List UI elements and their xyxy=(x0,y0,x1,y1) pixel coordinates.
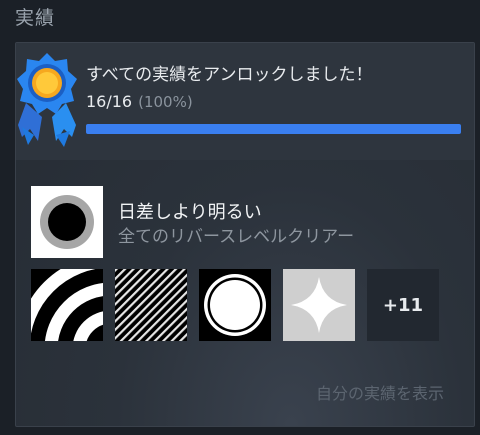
progress-count: 16/16 (100%) xyxy=(86,92,193,111)
progress-percent: (100%) xyxy=(138,93,193,111)
more-achievements-button[interactable]: +11 xyxy=(367,269,439,341)
progress-count-text: 16/16 xyxy=(86,92,133,111)
view-my-achievements-link[interactable]: 自分の実績を表示 xyxy=(316,380,444,404)
achievement-tile[interactable] xyxy=(31,269,103,341)
featured-achievement-name: 日差しより明るい xyxy=(118,202,262,223)
summary-title: すべての実績をアンロックしました！ xyxy=(86,65,373,85)
featured-achievement-description: 全てのリバースレベルクリアー xyxy=(118,227,355,247)
black-circle-ring-icon xyxy=(31,186,103,258)
curved-stripes-icon xyxy=(31,269,103,341)
white-circle-icon xyxy=(199,269,271,341)
progress-bar xyxy=(86,124,461,134)
featured-achievement-icon[interactable] xyxy=(31,186,103,258)
section-title: 実績 xyxy=(15,7,56,29)
progress-bar-fill xyxy=(86,124,461,134)
achievements-panel: すべての実績をアンロックしました！ 16/16 (100%) 日差しより明るい 全… xyxy=(15,42,475,427)
achievement-tile[interactable] xyxy=(199,269,271,341)
achievement-tile[interactable] xyxy=(115,269,187,341)
achievement-summary: すべての実績をアンロックしました！ 16/16 (100%) xyxy=(16,43,474,160)
diagonal-lines-icon xyxy=(115,269,187,341)
achievement-tile[interactable] xyxy=(283,269,355,341)
medal-icon xyxy=(17,53,77,147)
four-point-star-icon xyxy=(283,269,355,341)
